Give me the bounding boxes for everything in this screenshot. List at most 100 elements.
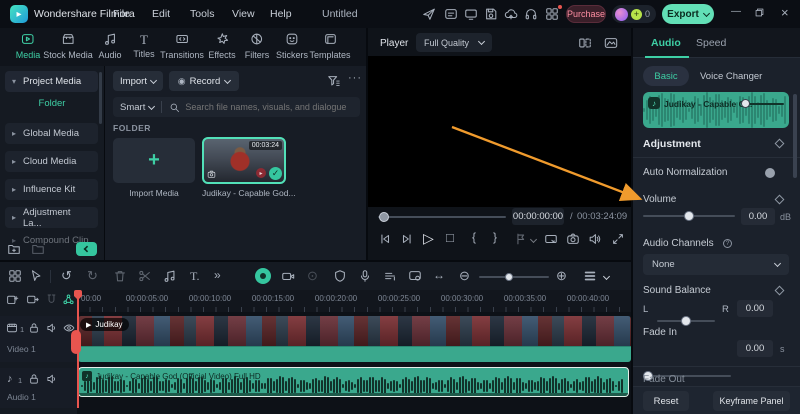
split-view-icon[interactable] (578, 36, 592, 50)
redo-icon[interactable]: ↻ (87, 268, 98, 284)
adjustment-keyframe-icon[interactable] (774, 138, 785, 149)
maximize-button[interactable] (754, 7, 765, 18)
menu-file[interactable]: File (113, 8, 130, 20)
close-button[interactable]: × (781, 5, 789, 20)
media-clip-card[interactable]: 00:03:24 ▸ ✓ (202, 137, 286, 184)
scopes-icon[interactable] (604, 36, 618, 50)
avatar[interactable] (615, 7, 628, 21)
card-slider-track[interactable] (746, 103, 784, 105)
previous-frame-icon[interactable] (378, 232, 392, 246)
audio-channels-select[interactable]: None (643, 254, 789, 275)
volume-keyframe-icon[interactable] (774, 194, 785, 205)
magnet-snap-icon[interactable] (45, 293, 58, 306)
auto-caption-icon[interactable] (383, 269, 397, 283)
mirror-display-icon[interactable] (544, 232, 558, 246)
audio-clip[interactable]: ♪ Judikay - Capable God (Official Video)… (78, 367, 629, 397)
share-icon[interactable] (422, 7, 436, 21)
speed-ramp-icon[interactable] (281, 269, 295, 283)
fade-in-value[interactable]: 0.00 (737, 340, 773, 357)
support-headset-icon[interactable] (524, 7, 538, 21)
card-slider-knob[interactable] (741, 99, 750, 108)
playhead-line[interactable] (77, 290, 79, 408)
balance-slider-knob[interactable] (681, 316, 691, 326)
fit-timeline-icon[interactable]: ↔ (433, 268, 445, 282)
tab-stock-media[interactable]: Stock Media (43, 32, 93, 60)
tab-filters[interactable]: Filters (245, 32, 269, 60)
export-clip-icon[interactable] (26, 293, 39, 306)
mark-out-icon[interactable]: } (493, 230, 497, 244)
mask-shield-icon[interactable] (333, 269, 347, 283)
sound-balance-keyframe-icon[interactable] (774, 285, 785, 296)
undo-icon[interactable]: ↺ (61, 268, 72, 284)
audio-clip-card[interactable]: ♪ Judikay - Capable G... (643, 92, 789, 128)
export-button[interactable]: Export (662, 4, 714, 24)
record-button[interactable]: ◉ Record (169, 71, 239, 91)
playhead-marker-tab[interactable] (71, 330, 81, 354)
menu-view[interactable]: View (232, 8, 255, 20)
zoom-slider-track[interactable] (479, 276, 549, 278)
detach-audio-icon[interactable] (163, 269, 177, 283)
snapshot-camera-icon[interactable] (566, 232, 580, 246)
export-chevron-icon[interactable] (702, 9, 710, 17)
lock-icon[interactable] (28, 373, 40, 385)
balance-slider[interactable] (657, 314, 715, 328)
tab-titles[interactable]: T Titles (133, 32, 154, 59)
tab-speed[interactable]: Speed (696, 37, 726, 49)
rows-chevron-icon[interactable] (602, 272, 611, 281)
new-folder-icon[interactable] (7, 242, 21, 256)
video-clip[interactable]: ▶ Judikay (78, 316, 631, 362)
track-organize-icon[interactable] (62, 293, 75, 306)
search-mode-select[interactable]: Smart (120, 102, 145, 113)
sidebar-item-folder[interactable]: Folder (0, 97, 104, 115)
more-tools-icon[interactable]: » (214, 268, 221, 282)
filter-icon[interactable] (327, 74, 341, 88)
mute-speaker-icon[interactable] (46, 322, 58, 334)
tab-transitions[interactable]: Transitions (160, 32, 204, 60)
quality-select[interactable]: Full Quality (416, 33, 492, 52)
minimize-button[interactable]: — (731, 6, 741, 17)
menu-tools[interactable]: Tools (190, 8, 215, 20)
volume-slider-knob[interactable] (684, 211, 694, 221)
import-button[interactable]: Import (113, 71, 163, 91)
more-options-icon[interactable]: ··· (348, 72, 362, 84)
tab-stickers[interactable]: Stickers (276, 32, 308, 60)
purchase-button[interactable]: Purchase (566, 5, 606, 23)
tab-audio[interactable]: Audio (98, 32, 122, 60)
panel-scrollbar[interactable] (793, 94, 797, 178)
apps-grid-icon[interactable] (545, 7, 559, 21)
folder-icon[interactable] (31, 242, 45, 256)
video-preview[interactable] (368, 56, 631, 207)
subtab-basic[interactable]: Basic (643, 66, 689, 86)
marker-chevron-icon[interactable] (529, 235, 538, 244)
select-cursor-icon[interactable] (29, 269, 43, 283)
collapse-sidebar-button[interactable] (76, 242, 97, 256)
tab-effects[interactable]: Effects (208, 32, 236, 60)
balance-value[interactable]: 0.00 (737, 300, 773, 317)
screen-record-icon[interactable] (408, 269, 422, 283)
display-icon[interactable] (464, 7, 478, 21)
task-list-icon[interactable] (444, 7, 458, 21)
record-tool-icon[interactable]: ⊙ (307, 268, 318, 284)
tab-templates[interactable]: Templates (309, 32, 351, 60)
sidebar-scrollbar[interactable] (99, 72, 102, 124)
account-pill[interactable]: + 0 (612, 5, 656, 23)
voiceover-mic-icon[interactable] (358, 269, 372, 283)
zoom-slider-knob[interactable] (505, 273, 513, 281)
menu-help[interactable]: Help (270, 8, 292, 20)
sidebar-item-influence-kit[interactable]: ▸ Influence Kit (5, 179, 98, 200)
tab-media[interactable]: Media (16, 32, 40, 60)
track-rows-icon[interactable] (583, 269, 597, 283)
reset-button[interactable]: Reset (643, 391, 689, 411)
zoom-in-icon[interactable]: ⊕ (556, 268, 567, 284)
keyframe-panel-button[interactable]: Keyframe Panel (713, 391, 790, 411)
cloud-upload-icon[interactable] (504, 7, 518, 21)
scrubber-track[interactable] (378, 216, 506, 218)
subtab-voice-changer[interactable]: Voice Changer (700, 71, 762, 82)
delete-icon[interactable] (113, 269, 127, 283)
audio-track-header[interactable]: ♪ 1 Audio 1 (0, 368, 77, 408)
mute-speaker-icon[interactable] (46, 373, 58, 385)
add-track-icon[interactable] (6, 293, 19, 306)
timeline-ruler[interactable]: 00:00 00:00:05:00 00:00:10:00 00:00:15:0… (77, 290, 631, 312)
timeline-zoom-slider[interactable] (479, 270, 549, 284)
marker-icon[interactable] (514, 232, 528, 246)
